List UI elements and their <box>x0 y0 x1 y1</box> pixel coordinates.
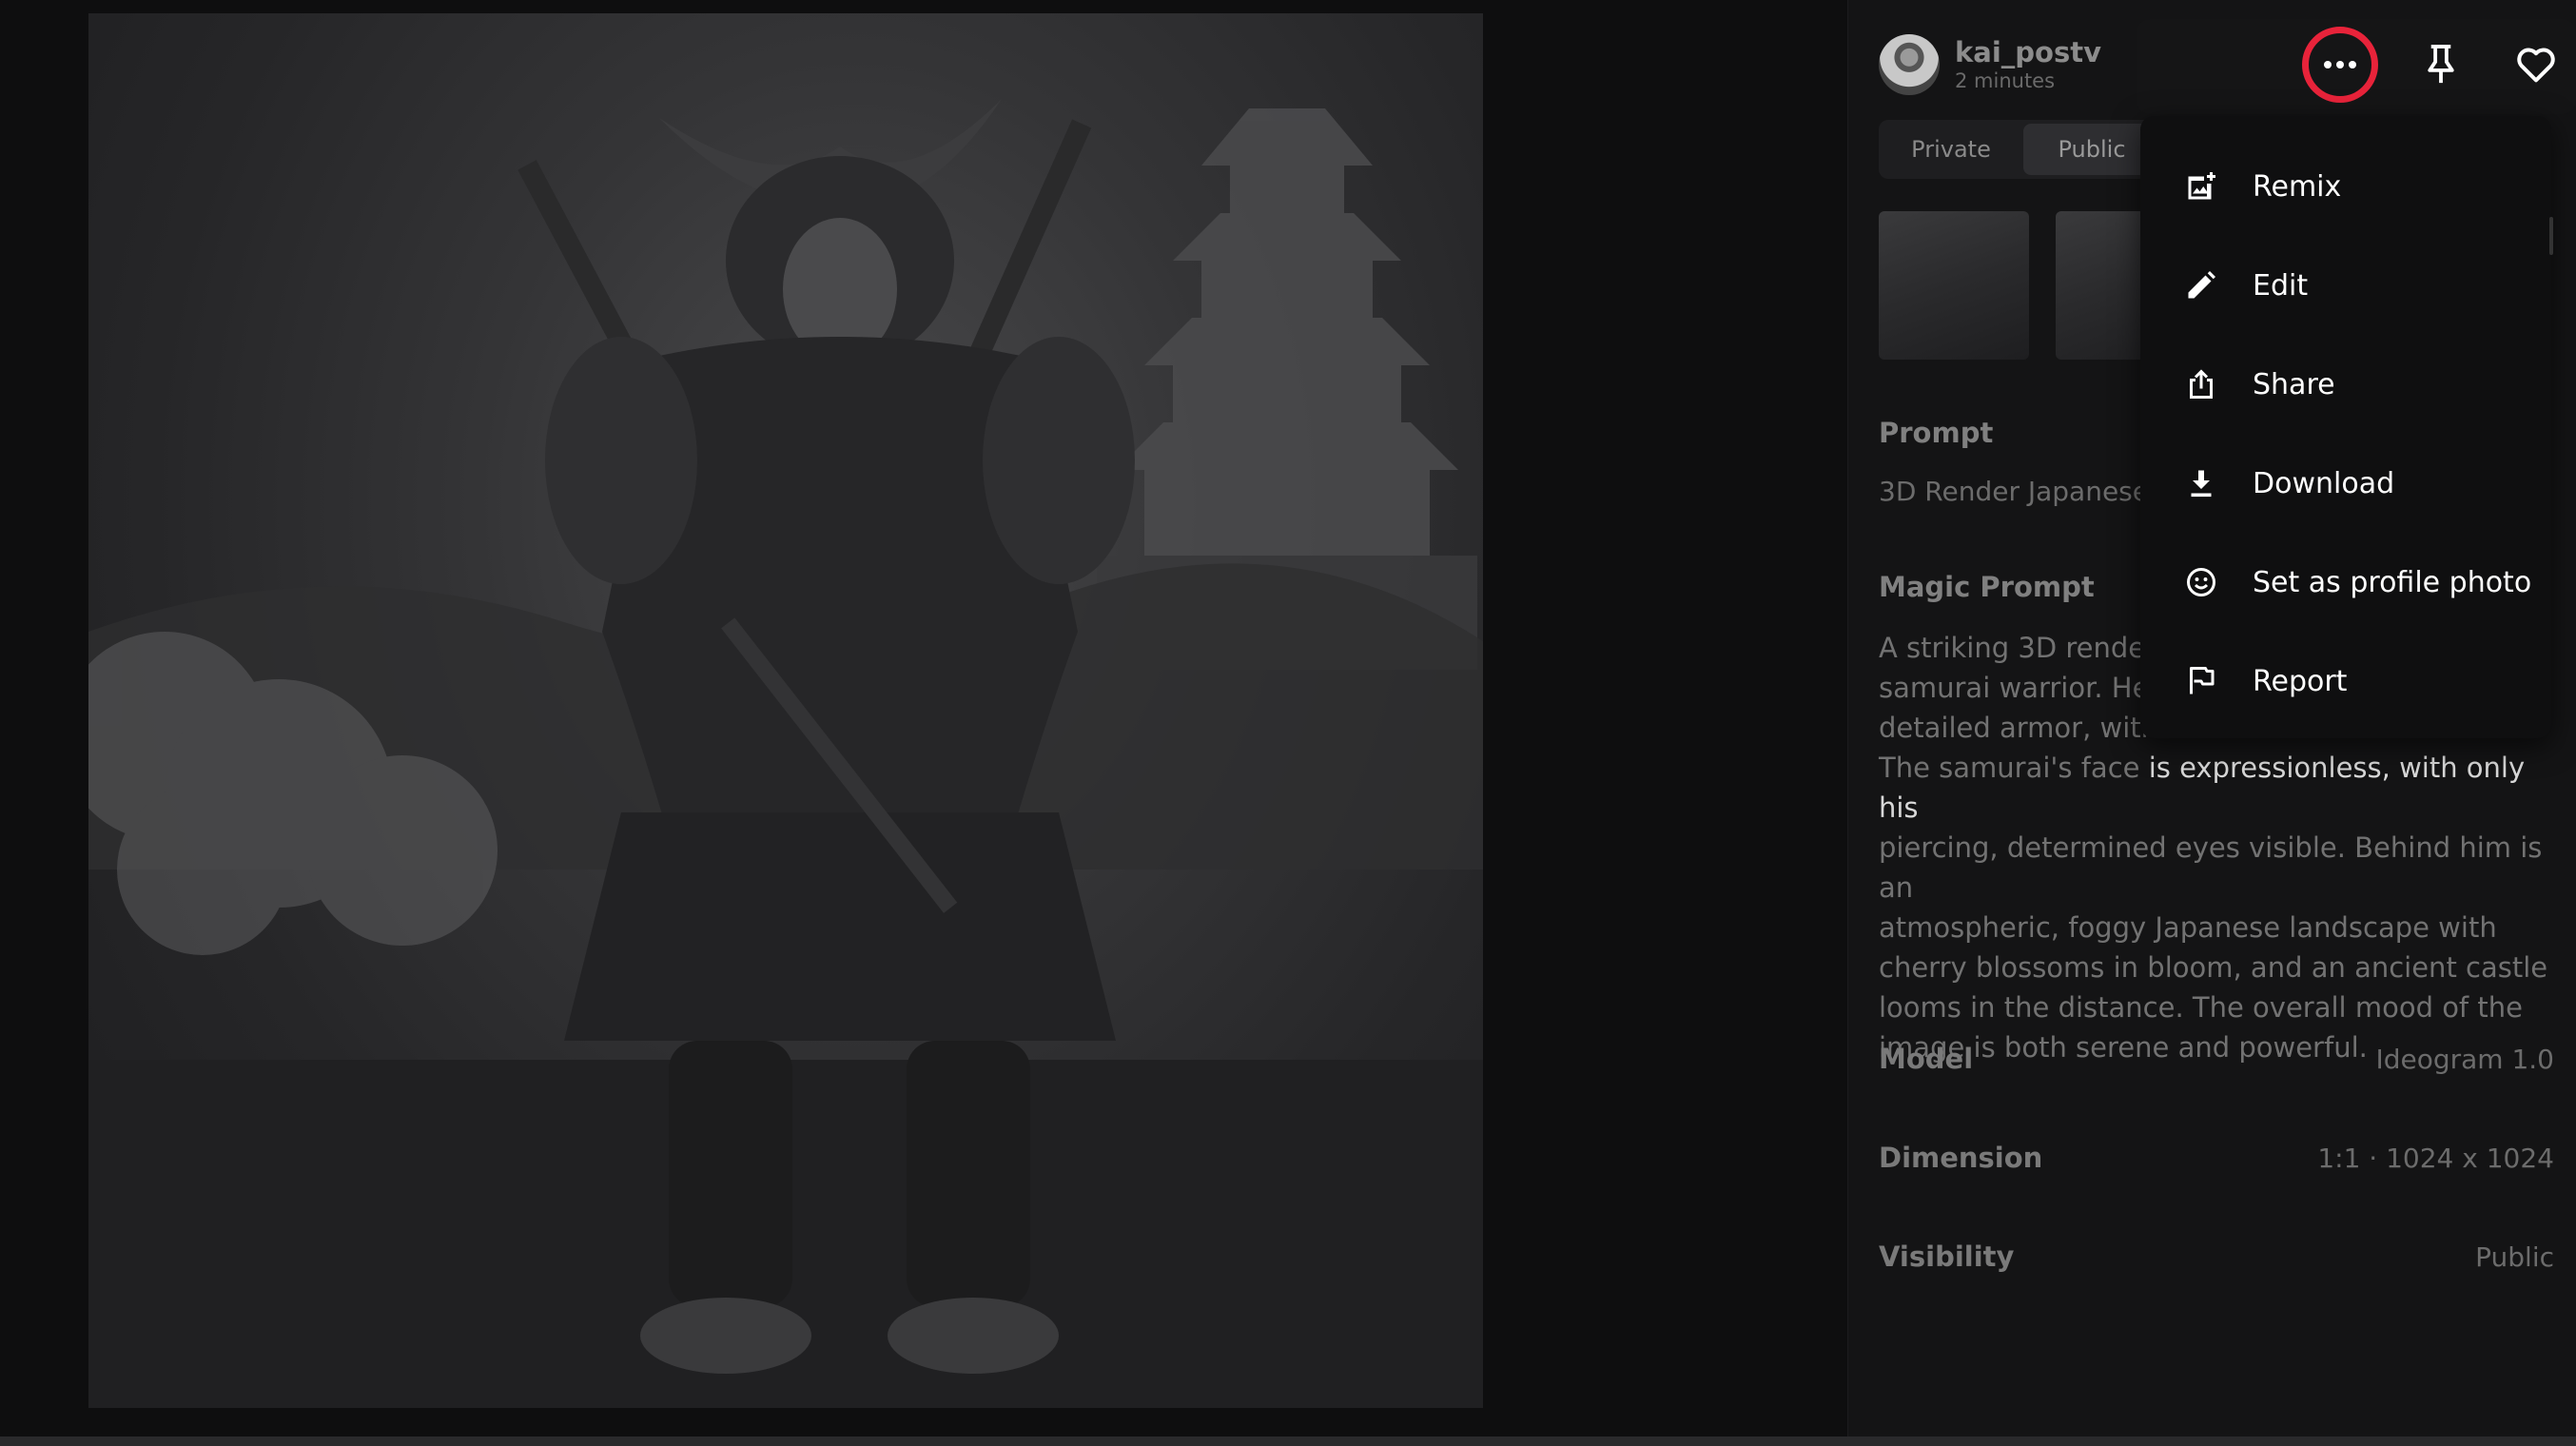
visibility-private-option[interactable]: Private <box>1883 124 2020 175</box>
pin-icon <box>2428 45 2454 84</box>
magic-line: The samurai's face is expressionless, wi… <box>1879 748 2564 828</box>
meta-key: Dimension <box>1879 1142 2043 1174</box>
post-time: 2 minutes <box>1955 69 2056 92</box>
menu-label: Set as profile photo <box>2253 565 2532 599</box>
magic-line: cherry blossoms in bloom, and an ancient… <box>1879 951 2548 984</box>
magic-line: piercing, determined eyes visible. Behin… <box>1879 831 2543 904</box>
menu-label: Share <box>2253 367 2335 401</box>
magic-line-dim: The samurai's face <box>1879 752 2149 784</box>
author-name[interactable]: kai_postv <box>1955 36 2101 68</box>
pencil-icon <box>2182 266 2220 304</box>
meta-value: Public <box>2475 1241 2554 1273</box>
meta-row-dimension: Dimension 1:1 · 1024 x 1024 <box>1879 1142 2554 1174</box>
meta-key: Visibility <box>1879 1241 2015 1273</box>
menu-label: Edit <box>2253 268 2309 303</box>
image-plus-icon <box>2182 167 2220 205</box>
menu-item-share[interactable]: Share <box>2140 335 2551 434</box>
magic-line: atmospheric, foggy Japanese landscape wi… <box>1879 911 2497 944</box>
meta-value: 1:1 · 1024 x 1024 <box>2317 1142 2554 1174</box>
menu-item-download[interactable]: Download <box>2140 434 2551 533</box>
menu-label: Remix <box>2253 169 2342 204</box>
meta-value: Ideogram 1.0 <box>2375 1043 2554 1075</box>
menu-item-report[interactable]: Report <box>2140 632 2551 731</box>
more-dots-icon <box>2324 61 2356 68</box>
meta-key: Model <box>1879 1043 1974 1075</box>
meta-row-model: Model Ideogram 1.0 <box>1879 1043 2554 1075</box>
download-icon <box>2182 464 2220 502</box>
generated-image[interactable] <box>88 13 1483 1408</box>
pin-button[interactable] <box>2403 27 2479 103</box>
magic-line: looms in the distance. The overall mood … <box>1879 991 2523 1024</box>
menu-item-set-profile-photo[interactable]: Set as profile photo <box>2140 533 2551 632</box>
variation-thumbnail[interactable] <box>1879 211 2029 360</box>
flag-icon <box>2182 662 2220 700</box>
avatar[interactable] <box>1879 34 1940 95</box>
meta-row-visibility: Visibility Public <box>1879 1241 2554 1273</box>
menu-item-remix[interactable]: Remix <box>2140 137 2551 236</box>
scrollbar[interactable] <box>2549 217 2553 255</box>
more-options-menu: Remix Edit Share Download Set as profile… <box>2140 116 2551 738</box>
like-button[interactable] <box>2498 27 2574 103</box>
more-options-button[interactable] <box>2302 27 2378 103</box>
prompt-label: Prompt <box>1879 417 1994 449</box>
heart-icon <box>2517 48 2555 83</box>
prompt-text: 3D Render Japanese <box>1879 476 2149 507</box>
menu-item-edit[interactable]: Edit <box>2140 236 2551 335</box>
magic-prompt-label: Magic Prompt <box>1879 571 2095 603</box>
author-info[interactable]: kai_postv 2 minutes <box>1879 34 2101 95</box>
share-icon <box>2182 365 2220 403</box>
smile-icon <box>2182 563 2220 601</box>
menu-label: Download <box>2253 466 2395 500</box>
samurai-illustration <box>88 99 1483 1408</box>
visibility-toggle: Private Public <box>1879 120 2164 179</box>
menu-label: Report <box>2253 664 2348 698</box>
bottom-divider <box>0 1436 2576 1446</box>
app-page: kai_postv 2 minutes Private Public Promp… <box>0 0 2576 1446</box>
